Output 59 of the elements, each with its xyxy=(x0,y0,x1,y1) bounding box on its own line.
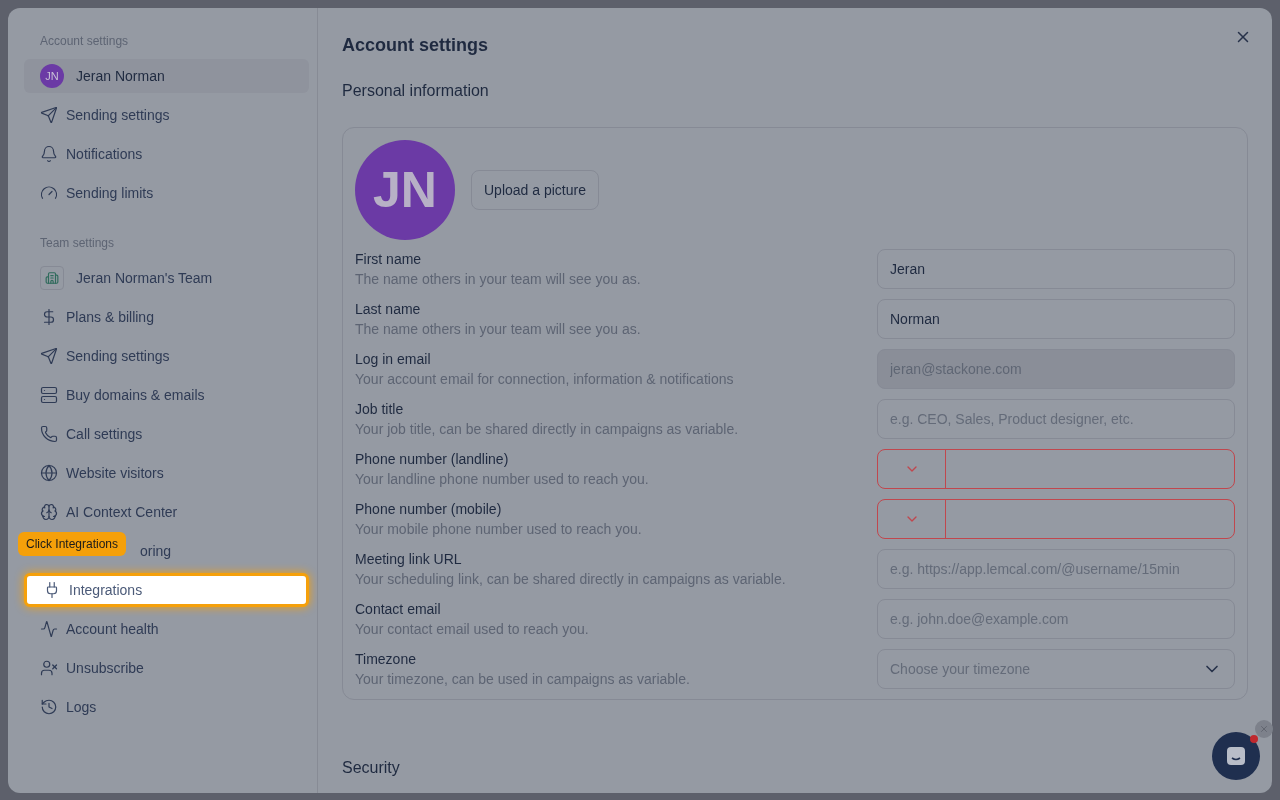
tooltip: Click Integrations xyxy=(18,532,127,556)
profile-avatar: JN xyxy=(355,140,455,240)
field-label: Timezone xyxy=(355,650,417,669)
phone-field[interactable] xyxy=(877,499,1235,539)
history-icon xyxy=(40,698,58,716)
section-title: Team settings xyxy=(39,235,116,252)
sidebar-item[interactable]: Account health xyxy=(24,612,309,646)
field-hint: Your scheduling link, can be shared directly in campaigns as variable. xyxy=(355,570,786,589)
field-hint: Your landline phone number used to reach you. xyxy=(355,470,649,489)
building-icon xyxy=(40,266,64,290)
field-label: Phone number (landline) xyxy=(355,450,510,469)
user-x-icon xyxy=(40,659,58,677)
sidebar-item[interactable]: Buy domains & emails xyxy=(24,378,309,412)
pulse-icon xyxy=(40,620,58,638)
sidebar-item[interactable]: Plans & billing xyxy=(24,300,309,334)
field-label: Contact email xyxy=(355,600,442,619)
sidebar-item[interactable]: AI Context Center xyxy=(24,495,309,529)
field-label: Last name xyxy=(355,300,422,319)
sidebar-item[interactable]: Notifications xyxy=(24,137,309,171)
field-hint: Your job title, can be shared directly in campaigns as variable. xyxy=(355,420,739,439)
section-heading: Personal information xyxy=(342,81,490,101)
field-hint: Your contact email used to reach you. xyxy=(355,620,589,639)
field-label: Log in email xyxy=(355,350,432,369)
field-hint: Your account email for connection, information & notifications xyxy=(355,370,734,389)
gauge-icon xyxy=(40,184,58,202)
send-icon xyxy=(40,347,58,365)
sidebar-item[interactable]: JN Jeran Norman xyxy=(24,59,309,93)
field-hint: The name others in your team will see you as. xyxy=(355,270,641,289)
phone-field[interactable] xyxy=(877,449,1235,489)
sidebar-item[interactable]: Call settings xyxy=(24,417,309,451)
brain-icon xyxy=(40,503,58,521)
sidebar-item[interactable]: Integrations xyxy=(24,573,309,607)
server-icon xyxy=(40,386,58,404)
page-title: Account settings xyxy=(342,34,488,57)
input-field[interactable]: Norman xyxy=(877,299,1235,339)
send-icon xyxy=(40,106,58,124)
phone-icon xyxy=(40,425,58,443)
field-label: Job title xyxy=(355,400,405,419)
section-heading: Security xyxy=(342,758,401,778)
sidebar-item[interactable]: Sending settings xyxy=(24,98,309,132)
sidebar-item[interactable]: Jeran Norman's Team xyxy=(24,261,309,295)
sidebar-item[interactable]: Website visitors xyxy=(24,456,309,490)
globe-icon xyxy=(40,464,58,482)
upload-button[interactable]: Upload a picture xyxy=(471,170,599,210)
field-hint: Your timezone, can be used in campaigns as variable. xyxy=(355,670,690,689)
field-label: First name xyxy=(355,250,423,269)
field-label: Phone number (mobile) xyxy=(355,500,503,519)
sidebar-item[interactable]: Unsubscribe xyxy=(24,651,309,685)
field-hint: The name others in your team will see you as. xyxy=(355,320,641,339)
chat-icon xyxy=(1225,745,1247,767)
avatar-icon: JN xyxy=(40,64,64,88)
sidebar-item[interactable]: Logs xyxy=(24,690,309,724)
sidebar-item[interactable]: Sending settings xyxy=(24,339,309,373)
input-field[interactable]: Jeran xyxy=(877,249,1235,289)
bell-icon xyxy=(40,145,58,163)
field-hint: Your mobile phone number used to reach you. xyxy=(355,520,642,539)
sidebar-item[interactable]: Sending limits xyxy=(24,176,309,210)
section-title: Account settings xyxy=(39,33,130,50)
field-label: Meeting link URL xyxy=(355,550,463,569)
